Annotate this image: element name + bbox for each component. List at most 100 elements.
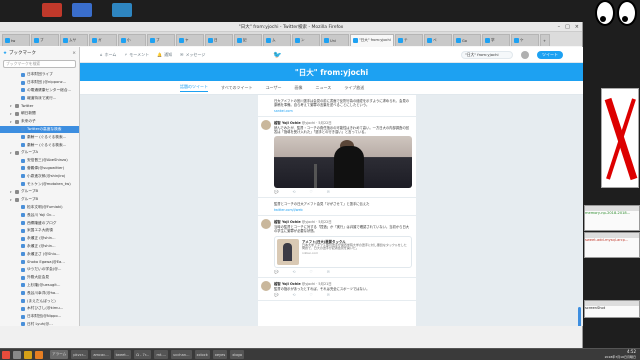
tweet-handle[interactable]: @yjochi · 5月21日 [302,282,332,286]
bookmark-tree-item[interactable]: 日村 Lyuh(@... [0,321,79,326]
sidebar-title[interactable]: ブックマーク [9,50,36,56]
browser-tab[interactable]: + [540,34,550,46]
browser-tab[interactable]: ペ [424,34,452,46]
browser-tab[interactable]: tw [2,34,30,46]
browser-tab[interactable]: 日 [205,34,233,46]
bookmark-tree-item[interactable]: 外務大臣会見 [0,274,79,282]
search-tab[interactable]: ユーザー [266,85,282,91]
close-icon[interactable]: × [575,24,579,30]
sidebar-close-icon[interactable]: × [72,51,76,56]
bookmark-tree-item[interactable]: 菅義偉(@sugawitter) [0,165,79,173]
tweet-link-card[interactable]: アメフト(日大)悪質タックル 日本大学アメフト部の選手が関西学院大学の選手に対し悪… [274,235,412,268]
tweet-item[interactable]: 監督とコーチの日大アメフト会見「けがさせて」と選手に伝えた twitter.com… [258,198,416,217]
bookmark-tree-item[interactable]: 長谷川幸洋(@ha... [0,289,79,297]
tweet-handle[interactable]: @yjochi · 5月22日 [302,220,332,224]
start-menu-icon[interactable] [2,350,10,359]
tweet-link[interactable]: twitter.com/i/web [274,208,412,212]
browser-tab[interactable]: "日大" from:yjochi [350,34,394,46]
bookmark-tree-item[interactable]: ▾ Twitter [0,102,79,110]
browser-tab[interactable]: 小 [118,34,146,46]
bookmark-tree-item[interactable]: Shoko Egawa(@Ea... [0,258,79,266]
taskbar-task[interactable]: xclock [194,350,210,359]
browser-tab[interactable]: ブ [147,34,175,46]
bookmark-tree-item[interactable]: 秦鯨一 (ぐるぐる検索... [0,141,79,149]
twitter-bird-icon[interactable]: 🐦 [273,51,282,59]
files-icon[interactable] [24,350,32,359]
terminal-icon[interactable] [13,350,21,359]
tweet-photo[interactable] [274,136,412,189]
bookmark-tree-item[interactable]: 永瀬正さ (@Shiu... [0,250,79,258]
dm-icon[interactable]: ✉ [327,270,330,274]
bookmark-tree-item[interactable]: 小泉進次郎(@shinjiro) [0,172,79,180]
bookmark-tree-item[interactable]: (まえだんぼっと) [0,297,79,305]
maximize-icon[interactable]: □ [565,24,570,30]
bookmark-tree-item[interactable]: 報道特派で実行... [0,94,79,102]
retweet-icon[interactable]: ⟲ [292,293,295,297]
like-icon[interactable]: ♡ [310,293,313,297]
taskbar-task[interactable]: ucchan... [171,350,192,359]
taskbar-task[interactable]: mt-... [154,350,169,359]
taskbar-task[interactable]: アラーム [50,350,69,359]
bookmark-tree-item[interactable]: 安倍晋三(@AbeShinzo) [0,157,79,165]
bookmark-tree-item[interactable]: 秦鯨一 (ぐるぐる検索... [0,133,79,141]
right-window-3[interactable]: screenShot [584,300,640,318]
retweet-icon[interactable]: ⟲ [292,270,295,274]
bookmark-tree-item[interactable]: 日本財団(@Nippo... [0,313,79,321]
tweet-avatar[interactable] [261,219,271,230]
bookmark-tree-item[interactable]: ▾ 未来の子 [0,118,79,126]
tweet-author[interactable]: 越智 Yoji Ochie [274,282,301,286]
twitter-search-input[interactable]: "日大" from:yjochi [461,50,513,59]
browser-tab[interactable]: ケ [511,34,539,46]
taskbar-task[interactable]: xeyes [212,350,228,359]
nav-messages[interactable]: ✉ メッセージ [180,52,205,58]
app-launcher-icon-2[interactable] [72,3,92,17]
nav-notifications[interactable]: 🔔 通知 [157,52,172,58]
bookmark-tree-item[interactable]: 上杉隆(@uesugit... [0,282,79,290]
browser-tab[interactable]: ン [292,34,320,46]
bookmark-tree-item[interactable]: 日本財団 (@nipponz... [0,79,79,87]
bookmark-tree-item[interactable]: Twitterの高度な検索 [0,125,79,134]
tweet-item[interactable]: 日大アメフトの宮川選手は会見の前に書面で反則行為の経緯を示すように求められ、会見… [258,95,416,117]
nav-home[interactable]: ⌂ ホーム [100,52,116,58]
app-launcher-icon-1[interactable] [42,3,62,17]
tweet-avatar[interactable] [261,280,271,291]
scrollbar-thumb[interactable] [578,307,581,326]
browser-tab[interactable]: 記 [234,34,262,46]
bookmark-tree-item[interactable]: 米国エネ大統領 [0,227,79,235]
bookmark-tree-item[interactable]: ▾ グループA [0,149,79,157]
minimize-icon[interactable]: – [558,24,561,30]
bookmark-tree-item[interactable]: 永瀬正 (@shin... [0,243,79,251]
bookmark-tree-item[interactable]: 長谷川 Yoji Oc... [0,211,79,219]
bookmark-tree-item[interactable]: ▾ グループB [0,196,79,204]
reply-icon[interactable]: 💬 [274,270,278,274]
tweet-item[interactable]: 越智 Yoji Ochie @yjochi · 5月21日 監督の指示があったとす… [258,278,416,301]
dm-icon[interactable]: ✉ [327,190,330,194]
search-tab[interactable]: すべてのツイート [221,85,253,91]
bookmark-tree-item[interactable]: ゆうだいの学会(@... [0,266,79,274]
browser-icon[interactable] [35,350,43,359]
bookmark-tree-item[interactable]: 西郷隆盛のブログ [0,219,79,227]
avatar[interactable] [521,50,529,59]
bookmark-tree-item[interactable]: モトケン(@motoken_tw) [0,180,79,188]
tweet-avatar[interactable] [261,119,271,130]
tweet-item[interactable]: 越智 Yoji Ochie @yjochi · 5月22日 当時の監督とコーチに対… [258,216,416,278]
tweet-button[interactable]: ツイート [537,50,563,59]
tweet-author[interactable]: 越智 Yoji Ochie [274,220,301,224]
tweet-item[interactable]: 越智 Yoji Ochie @yjochi · 5月22日 読んでみたが、監督・コ… [258,117,416,199]
taskbar-task[interactable]: Ω - 7r... [134,350,152,359]
nav-moments[interactable]: ⚡ モーメント [124,52,149,58]
browser-tab[interactable]: ム [263,34,291,46]
browser-tab[interactable]: テ [395,34,423,46]
browser-tab[interactable]: ムサ [60,34,88,46]
search-tab[interactable]: ライブ放送 [344,85,364,91]
bookmark-tree-item[interactable]: ▾ グループB [0,188,79,196]
clock[interactable]: 4:52 2018年7月16日月曜日 [605,349,638,359]
taskbar-task[interactable]: amcac... [91,350,111,359]
browser-tab[interactable]: 学 [482,34,510,46]
bookmark-tree-item[interactable]: ▾ 朝日新聞 [0,110,79,118]
bookmark-tree-item[interactable]: 日本財団ライブ [0,71,79,79]
browser-tab[interactable]: ヤ [176,34,204,46]
dm-icon[interactable]: ✉ [327,293,330,297]
taskbar-task[interactable]: tweet... [113,350,132,359]
sidebar-search-input[interactable]: ブックマークを検索 [3,60,76,68]
